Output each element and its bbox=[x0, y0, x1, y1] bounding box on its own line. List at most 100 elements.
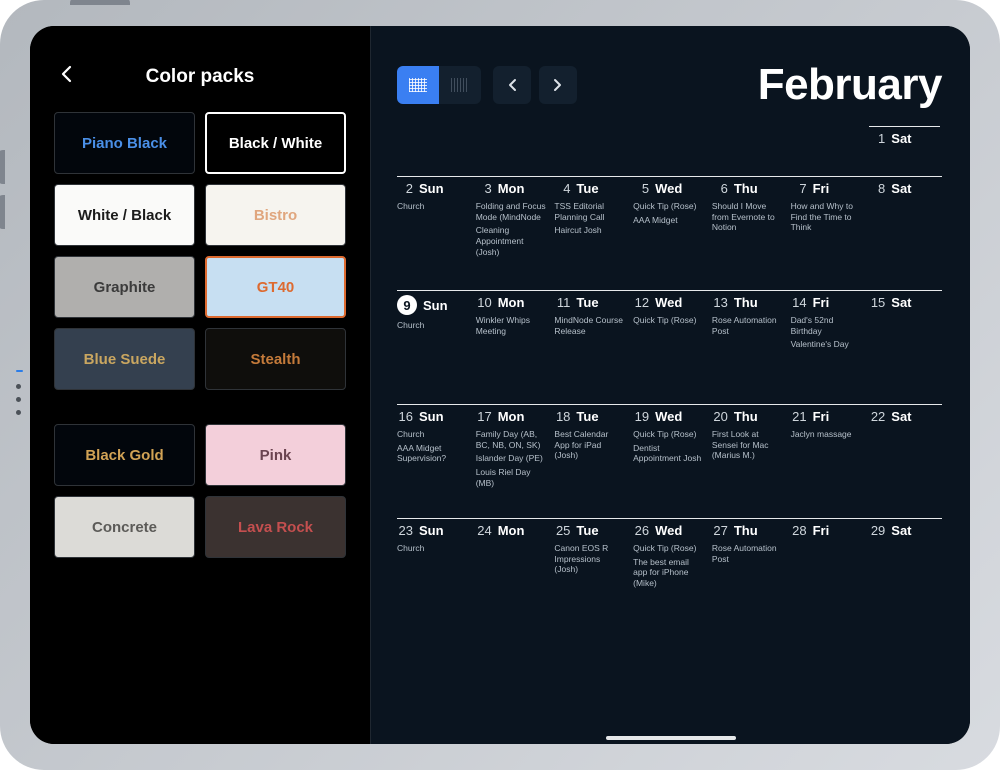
ipad-frame: ▾▴ Color packs Piano Black Black / White… bbox=[0, 0, 1000, 770]
day-cell[interactable]: 23SunChurch bbox=[397, 523, 470, 618]
day-cell[interactable]: 27ThuRose Automation Post bbox=[712, 523, 785, 618]
view-list-button[interactable] bbox=[439, 66, 481, 104]
event-item[interactable]: Quick Tip (Rose) bbox=[633, 201, 704, 212]
day-name: Fri bbox=[813, 409, 830, 424]
event-item[interactable]: Valentine's Day bbox=[791, 339, 862, 350]
event-item[interactable]: Canon EOS R Impressions (Josh) bbox=[554, 543, 625, 575]
day-cell[interactable]: 21 Fri Jaclyn massage bbox=[791, 409, 864, 504]
day-label: 12Wed bbox=[633, 295, 704, 310]
sidebar-title: Color packs bbox=[54, 66, 346, 88]
event-item[interactable]: Best Calendar App for iPad (Josh) bbox=[554, 429, 625, 461]
day-cell[interactable]: 10Mon Winkler Whips Meeting bbox=[476, 295, 549, 390]
day-cell[interactable]: 7Fri How and Why to Find the Time to Thin… bbox=[791, 181, 864, 276]
day-cell[interactable]: 2Sun Church bbox=[397, 181, 470, 276]
day-name: Sat bbox=[891, 523, 911, 538]
pack-concrete[interactable]: Concrete bbox=[54, 496, 195, 558]
event-item[interactable]: Dad's 52nd Birthday bbox=[791, 315, 862, 336]
home-indicator[interactable] bbox=[606, 736, 736, 740]
event-item[interactable]: Jaclyn massage bbox=[791, 429, 862, 440]
day-cell[interactable]: 20ThuFirst Look at Sensei for Mac (Mariu… bbox=[712, 409, 785, 504]
day-cell[interactable]: 28Fri bbox=[791, 523, 864, 618]
event-item[interactable]: Rose Automation Post bbox=[712, 315, 783, 336]
pack-lava-rock[interactable]: Lava Rock bbox=[205, 496, 346, 558]
prev-month-button[interactable] bbox=[493, 66, 531, 104]
view-grid-button[interactable] bbox=[397, 66, 439, 104]
day-cell[interactable]: 15Sat bbox=[869, 295, 942, 390]
day-cell[interactable]: 24Mon bbox=[476, 523, 549, 618]
event-item[interactable]: Quick Tip (Rose) bbox=[633, 315, 704, 326]
day-cell[interactable]: 5WedQuick Tip (Rose)AAA Midget bbox=[633, 181, 706, 276]
event-item[interactable]: Church bbox=[397, 320, 468, 331]
event-item[interactable]: How and Why to Find the Time to Think bbox=[791, 201, 862, 233]
event-item[interactable]: Church bbox=[397, 543, 468, 554]
event-item[interactable]: Louis Riel Day (MB) bbox=[476, 467, 547, 488]
day-cell[interactable]: 16Sun Church AAA Midget Supervision? bbox=[397, 409, 470, 504]
event-item[interactable]: Islander Day (PE) bbox=[476, 453, 547, 464]
pack-graphite[interactable]: Graphite bbox=[54, 256, 195, 318]
day-label: 2Sun bbox=[397, 181, 468, 196]
event-item[interactable]: AAA Midget Supervision? bbox=[397, 443, 468, 464]
pack-stealth[interactable]: Stealth bbox=[205, 328, 346, 390]
day-cell[interactable]: 18TueBest Calendar App for iPad (Josh) bbox=[554, 409, 627, 504]
event-item[interactable]: Church bbox=[397, 201, 468, 212]
day-number: 20 bbox=[712, 409, 728, 424]
pack-black-gold[interactable]: Black Gold bbox=[54, 424, 195, 486]
event-item[interactable]: Cleaning Appointment (Josh) bbox=[476, 225, 547, 257]
event-item[interactable]: Church bbox=[397, 429, 468, 440]
day-cell[interactable]: 3MonFolding and Focus Mode (MindNodeClea… bbox=[476, 181, 549, 276]
event-item[interactable]: Family Day (AB, BC, NB, ON, SK) bbox=[476, 429, 547, 450]
pack-white-black[interactable]: White / Black bbox=[54, 184, 195, 246]
day-label: 16Sun bbox=[397, 409, 468, 424]
pack-bistro[interactable]: Bistro bbox=[205, 184, 346, 246]
calendar-grid[interactable]: 1Sat 2Sun Church 3MonFolding and Focus Mode… bbox=[397, 116, 942, 734]
day-cell[interactable]: 17MonFamily Day (AB, BC, NB, ON, SK)Isla… bbox=[476, 409, 549, 504]
event-item[interactable]: First Look at Sensei for Mac (Marius M.) bbox=[712, 429, 783, 461]
day-cell[interactable]: 4TueTSS Editorial Planning CallHaircut J… bbox=[554, 181, 627, 276]
event-item[interactable]: Quick Tip (Rose) bbox=[633, 543, 704, 554]
pack-gt40[interactable]: GT40 bbox=[205, 256, 346, 318]
next-month-button[interactable] bbox=[539, 66, 577, 104]
day-name: Sun bbox=[419, 409, 444, 424]
day-cell[interactable]: 25TueCanon EOS R Impressions (Josh) bbox=[554, 523, 627, 618]
event-item[interactable]: Haircut Josh bbox=[554, 225, 625, 236]
day-cell[interactable]: 12Wed Quick Tip (Rose) bbox=[633, 295, 706, 390]
event-item[interactable]: Dentist Appointment Josh bbox=[633, 443, 704, 464]
event-item[interactable]: Rose Automation Post bbox=[712, 543, 783, 564]
event-item[interactable]: Should I Move from Evernote to Notion bbox=[712, 201, 783, 233]
event-item[interactable]: The best email app for iPhone (Mike) bbox=[633, 557, 704, 589]
day-name: Wed bbox=[655, 409, 682, 424]
day-cell[interactable]: 29Sat bbox=[869, 523, 942, 618]
event-item[interactable]: Quick Tip (Rose) bbox=[633, 429, 704, 440]
calendar-main: February 1Sat2SunChurch3MonFolding and F… bbox=[370, 26, 970, 744]
day-cell[interactable]: 13ThuRose Automation Post bbox=[712, 295, 785, 390]
day-cell[interactable]: 9Sun Church bbox=[397, 295, 470, 390]
day-cell[interactable]: 1Sat bbox=[869, 126, 942, 162]
event-item[interactable]: AAA Midget bbox=[633, 215, 704, 226]
day-cell[interactable]: 19WedQuick Tip (Rose)Dentist Appointment… bbox=[633, 409, 706, 504]
event-item[interactable]: Folding and Focus Mode (MindNode bbox=[476, 201, 547, 222]
day-number: 21 bbox=[791, 409, 807, 424]
day-cell[interactable]: 6ThuShould I Move from Evernote to Notio… bbox=[712, 181, 785, 276]
day-cell[interactable]: 14FriDad's 52nd BirthdayValentine's Day bbox=[791, 295, 864, 390]
day-cell[interactable]: 11TueMindNode Course Release bbox=[554, 295, 627, 390]
day-label: 9Sun bbox=[397, 295, 468, 315]
back-button[interactable] bbox=[60, 65, 72, 89]
pack-black-white[interactable]: Black / White bbox=[205, 112, 346, 174]
day-cell[interactable]: 8Sat bbox=[869, 181, 942, 276]
event-item[interactable]: MindNode Course Release bbox=[554, 315, 625, 336]
day-name: Sat bbox=[891, 409, 911, 424]
day-cell[interactable]: 22Sat bbox=[869, 409, 942, 504]
pack-pink[interactable]: Pink bbox=[205, 424, 346, 486]
pack-blue-suede[interactable]: Blue Suede bbox=[54, 328, 195, 390]
day-label: 7Fri bbox=[791, 181, 862, 196]
pack-piano-black[interactable]: Piano Black bbox=[54, 112, 195, 174]
day-number: 3 bbox=[476, 181, 492, 196]
volume-up-button bbox=[0, 150, 5, 184]
event-item[interactable]: TSS Editorial Planning Call bbox=[554, 201, 625, 222]
day-name: Tue bbox=[576, 523, 598, 538]
day-cell[interactable]: 26WedQuick Tip (Rose)The best email app … bbox=[633, 523, 706, 618]
week-row: 2Sun Church 3MonFolding and Focus Mode (Mi… bbox=[397, 176, 942, 276]
event-item[interactable]: Winkler Whips Meeting bbox=[476, 315, 547, 336]
day-number: 8 bbox=[869, 181, 885, 196]
day-label: 10Mon bbox=[476, 295, 547, 310]
